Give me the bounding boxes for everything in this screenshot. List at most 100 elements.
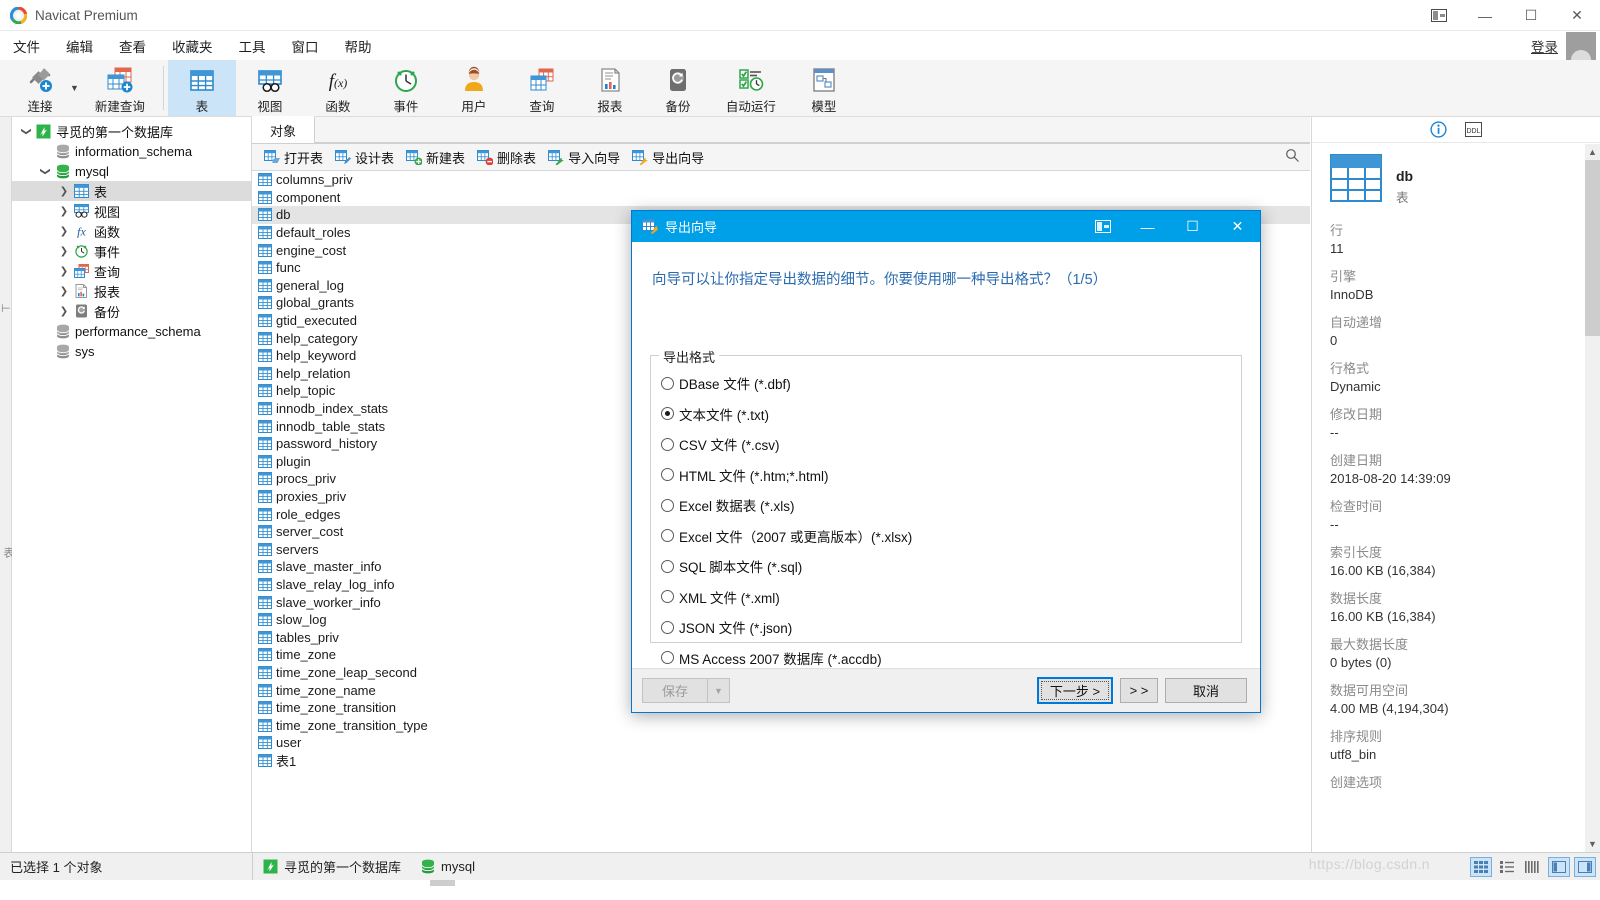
export-format-option[interactable]: Excel 数据表 (*.xls) — [651, 490, 1241, 521]
tree-node[interactable]: ❯ 表 — [12, 181, 251, 201]
search-icon[interactable] — [1285, 148, 1300, 163]
right-pane-button[interactable] — [1574, 856, 1596, 877]
toolbar-button-table[interactable]: 表 — [167, 60, 236, 116]
table-list-item[interactable]: component — [252, 189, 1310, 207]
connection-dropdown-arrow-icon[interactable]: ▼ — [70, 83, 79, 93]
table-list-item[interactable]: 表1 — [252, 752, 1310, 770]
radio-button[interactable] — [661, 498, 674, 512]
grid-view-button[interactable] — [1470, 856, 1492, 877]
tree-node[interactable]: ❯ mysql — [12, 161, 251, 181]
chevron-right-icon[interactable]: ❯ — [56, 206, 72, 217]
export-format-option[interactable]: JSON 文件 (*.json) — [651, 612, 1241, 643]
chevron-down-icon[interactable]: ❯ — [40, 163, 51, 179]
export-format-option[interactable]: DBase 文件 (*.dbf) — [651, 368, 1241, 399]
toolbar-button-function[interactable]: f(x) 函数 — [304, 60, 372, 116]
object-toolbar-new-table[interactable]: 新建表 — [400, 146, 471, 168]
radio-button[interactable] — [661, 651, 674, 665]
chevron-down-icon[interactable]: ❯ — [21, 123, 32, 139]
dialog-minimize-button[interactable]: — — [1125, 211, 1170, 242]
toolbar-button-event[interactable]: 事件 — [372, 60, 440, 116]
object-toolbar-design-table[interactable]: 设计表 — [329, 146, 400, 168]
toolbar-button-new-query[interactable]: 新建查询 — [81, 60, 159, 116]
radio-button[interactable] — [661, 620, 674, 634]
tab-objects[interactable]: 对象 — [252, 116, 316, 143]
tree-node[interactable]: ❯ 视图 — [12, 201, 251, 221]
radio-button[interactable] — [661, 559, 674, 573]
dialog-close-button[interactable]: ✕ — [1215, 211, 1260, 242]
scroll-thumb[interactable] — [1585, 160, 1600, 336]
radio-button[interactable] — [661, 407, 674, 421]
toolbar-button-user[interactable]: 用户 — [440, 60, 508, 116]
minimize-button[interactable]: — — [1462, 0, 1508, 31]
horizontal-scroll-thumb[interactable] — [430, 880, 455, 886]
login-link[interactable]: 登录 — [1531, 36, 1558, 56]
export-format-option[interactable]: CSV 文件 (*.csv) — [651, 429, 1241, 460]
toolbar-button-automation[interactable]: 自动运行 — [712, 60, 790, 116]
cancel-button[interactable]: 取消 — [1165, 678, 1247, 703]
table-list-item[interactable]: time_zone_transition_type — [252, 716, 1310, 734]
chevron-right-icon[interactable]: ❯ — [56, 286, 72, 297]
menu-view[interactable]: 查看 — [106, 32, 159, 60]
radio-button[interactable] — [661, 376, 674, 390]
chevron-right-icon[interactable]: ❯ — [56, 226, 72, 237]
tree-node[interactable]: sys — [12, 341, 251, 361]
chevron-right-icon[interactable]: ❯ — [56, 186, 72, 197]
radio-button[interactable] — [661, 437, 674, 451]
radio-button[interactable] — [661, 590, 674, 604]
save-button[interactable]: 保存 — [642, 678, 708, 703]
dialog-maximize-button[interactable]: ☐ — [1170, 211, 1215, 242]
toolbar-button-query[interactable]: 查询 — [508, 60, 576, 116]
tree-node[interactable]: ❯ 备份 — [12, 301, 251, 321]
tree-node[interactable]: ❯ 报表 — [12, 281, 251, 301]
export-format-option[interactable]: SQL 脚本文件 (*.sql) — [651, 551, 1241, 582]
toolbar-button-connection[interactable]: 连接 — [6, 60, 74, 116]
toolbar-button-report[interactable]: 报表 — [576, 60, 644, 116]
dialog-panel-toggle-button[interactable] — [1080, 211, 1125, 242]
tree-node[interactable]: performance_schema — [12, 321, 251, 341]
info-pane-button[interactable] — [1548, 856, 1570, 877]
scroll-up-icon[interactable]: ▲ — [1585, 144, 1600, 160]
export-format-option[interactable]: HTML 文件 (*.htm;*.html) — [651, 460, 1241, 491]
menu-help[interactable]: 帮助 — [332, 32, 385, 60]
object-toolbar-delete-table[interactable]: 删除表 — [471, 146, 542, 168]
maximize-button[interactable]: ☐ — [1508, 0, 1554, 31]
menu-tools[interactable]: 工具 — [226, 32, 279, 60]
chevron-right-icon[interactable]: ❯ — [56, 246, 72, 257]
tree-node[interactable]: ❯ 寻觅的第一个数据库 — [12, 121, 251, 141]
close-button[interactable]: ✕ — [1554, 0, 1600, 31]
tree-node[interactable]: ❯ fx 函数 — [12, 221, 251, 241]
panel-toggle-button[interactable] — [1416, 0, 1462, 31]
ddl-tab-icon[interactable]: DDL — [1465, 122, 1482, 137]
object-toolbar-import-wizard[interactable]: 导入向导 — [542, 146, 626, 168]
toolbar-button-view[interactable]: 视图 — [236, 60, 304, 116]
menu-file[interactable]: 文件 — [0, 32, 53, 60]
table-list-item[interactable]: columns_priv — [252, 171, 1310, 189]
toolbar-button-backup[interactable]: 备份 — [644, 60, 712, 116]
menu-window[interactable]: 窗口 — [279, 32, 332, 60]
menu-edit[interactable]: 编辑 — [53, 32, 106, 60]
radio-button[interactable] — [661, 468, 674, 482]
table-list-item[interactable]: user — [252, 734, 1310, 752]
tree-node[interactable]: information_schema — [12, 141, 251, 161]
list-view-button[interactable] — [1496, 857, 1518, 877]
avatar[interactable] — [1566, 31, 1596, 60]
chevron-right-icon[interactable]: ❯ — [56, 306, 72, 317]
scroll-down-icon[interactable]: ▼ — [1585, 836, 1600, 852]
detail-view-button[interactable] — [1522, 857, 1544, 877]
toolbar-button-model[interactable]: 模型 — [790, 60, 858, 116]
menu-favorites[interactable]: 收藏夹 — [159, 32, 226, 60]
object-toolbar-export-wizard[interactable]: 导出向导 — [626, 146, 710, 168]
next-button[interactable]: 下一步 > — [1037, 677, 1113, 704]
left-collapsed-strip[interactable]: ⊢ 表 — [0, 117, 14, 852]
object-toolbar-open-table[interactable]: 打开表 — [258, 146, 329, 168]
tree-node[interactable]: ❯ 查询 — [12, 261, 251, 281]
save-split-button[interactable]: 保存 ▼ — [642, 678, 730, 703]
skip-button[interactable]: > > — [1120, 678, 1158, 703]
export-format-option[interactable]: Excel 文件（2007 或更高版本）(*.xlsx) — [651, 521, 1241, 552]
info-tab-icon[interactable] — [1430, 121, 1447, 138]
tree-node[interactable]: ❯ 事件 — [12, 241, 251, 261]
export-format-option[interactable]: 文本文件 (*.txt) — [651, 399, 1241, 430]
chevron-right-icon[interactable]: ❯ — [56, 266, 72, 277]
export-format-option[interactable]: XML 文件 (*.xml) — [651, 582, 1241, 613]
info-panel-scrollbar[interactable]: ▲ ▼ — [1585, 144, 1600, 852]
